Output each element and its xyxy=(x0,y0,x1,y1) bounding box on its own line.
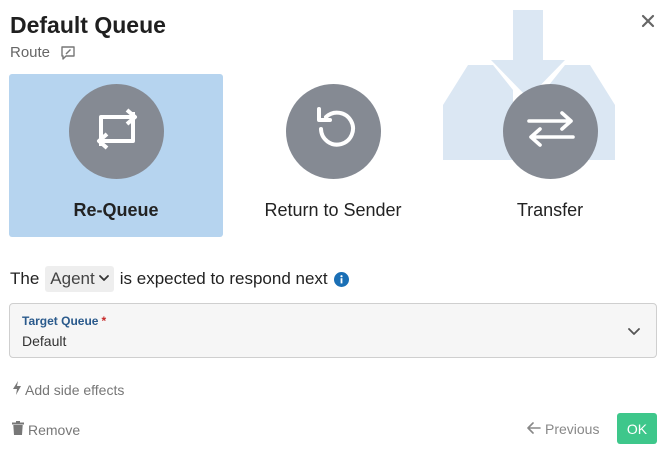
option-requeue-label: Re-Queue xyxy=(73,200,159,220)
responder-select[interactable]: Agent xyxy=(45,266,114,292)
respond-sentence: The Agent is expected to respond next xyxy=(10,266,349,292)
target-queue-label: Target Queue * xyxy=(22,314,106,328)
swap-icon xyxy=(524,109,578,154)
option-return-to-sender[interactable]: Return to Sender xyxy=(226,74,440,237)
trash-icon xyxy=(12,421,24,438)
bolt-icon xyxy=(12,381,22,398)
previous-button[interactable]: Previous xyxy=(527,421,599,437)
respond-prefix: The xyxy=(10,269,40,288)
responder-select-value: Agent xyxy=(50,269,95,288)
option-transfer-circle xyxy=(503,84,598,179)
close-icon[interactable] xyxy=(639,12,657,30)
respond-suffix: is expected to respond next xyxy=(119,269,328,288)
target-queue-label-text: Target Queue xyxy=(22,314,99,328)
remove-button[interactable]: Remove xyxy=(12,421,80,438)
previous-label: Previous xyxy=(545,421,600,437)
target-queue-value: Default xyxy=(22,333,67,349)
undo-icon xyxy=(309,104,359,159)
chevron-down-icon xyxy=(98,269,110,289)
info-icon[interactable] xyxy=(333,271,349,287)
add-side-effects-link[interactable]: Add side effects xyxy=(12,381,124,398)
option-transfer[interactable]: Transfer xyxy=(443,74,657,237)
option-requeue-circle xyxy=(69,84,164,179)
requeue-icon xyxy=(87,106,147,157)
target-queue-select[interactable]: Target Queue * Default xyxy=(9,303,657,358)
required-mark: * xyxy=(101,314,107,328)
option-return-label: Return to Sender xyxy=(264,200,402,220)
option-requeue[interactable]: Re-Queue xyxy=(9,74,223,237)
remove-label: Remove xyxy=(28,421,81,438)
option-return-circle xyxy=(286,84,381,179)
ok-button[interactable]: OK xyxy=(617,413,657,444)
note-edit-icon[interactable] xyxy=(60,45,76,61)
chevron-down-icon xyxy=(627,324,641,338)
dialog-subtitle: Route xyxy=(10,44,76,61)
dialog-title: Default Queue xyxy=(10,12,166,38)
subtitle-text: Route xyxy=(10,44,51,61)
add-side-effects-label: Add side effects xyxy=(25,381,125,398)
arrow-left-icon xyxy=(527,421,541,437)
option-transfer-label: Transfer xyxy=(516,200,584,220)
